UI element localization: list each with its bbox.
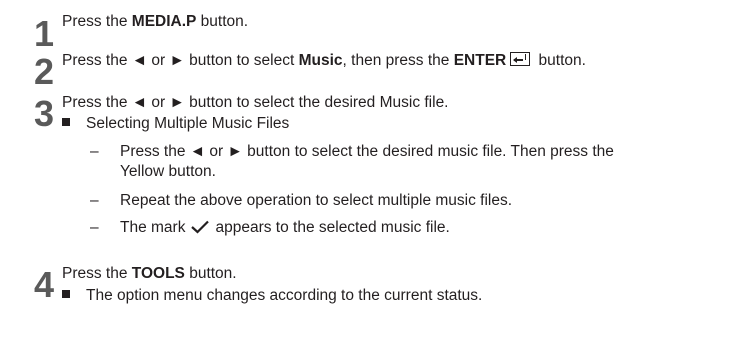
checkmark-icon xyxy=(191,220,210,234)
bullet-item: Selecting Multiple Music Files xyxy=(62,114,289,134)
dash-text: Yellow button. xyxy=(120,163,216,180)
step-text-plain: , then press the xyxy=(342,52,454,69)
dash-icon: – xyxy=(90,192,99,209)
bullet-text: The option menu changes according to the… xyxy=(86,287,483,304)
step-text-plain: Press the xyxy=(62,13,132,30)
step-text-bold: TOOLS xyxy=(131,265,185,282)
step-text-plain: button. xyxy=(196,13,249,30)
step-text-bold: ENTER xyxy=(453,52,507,69)
dash-item: – Press the ◄ or ► button to select the d… xyxy=(90,141,614,163)
dash-icon: – xyxy=(90,219,99,236)
step-text-plain: button. xyxy=(534,52,586,69)
dash-item: – The mark appears to the selected music f… xyxy=(90,217,450,239)
dash-text: Repeat the above operation to select mul… xyxy=(120,192,513,209)
step-number: 4 xyxy=(34,264,55,305)
step-text: Press the MEDIA.P button. xyxy=(62,12,248,32)
dash-text: appears to the selected music file. xyxy=(215,219,450,236)
step-text-plain: button. xyxy=(184,265,237,282)
step-text-plain: Press the xyxy=(62,265,132,282)
step-text-plain: Press the ◄ or ► button to select xyxy=(62,52,299,69)
dash-text: The mark xyxy=(120,219,186,236)
step-number: 2 xyxy=(34,51,55,92)
bullet-square-icon xyxy=(62,118,70,126)
dash-text: Press the ◄ or ► button to select the de… xyxy=(120,143,614,160)
step-text: Press the ◄ or ► button to select Music,… xyxy=(62,51,586,71)
step-text: Press the ◄ or ► button to select the de… xyxy=(62,94,449,111)
bullet-item: The option menu changes according to the… xyxy=(62,286,482,306)
bullet-text: Selecting Multiple Music Files xyxy=(86,115,290,132)
step-number: 3 xyxy=(34,93,55,134)
step-text-bold: Music xyxy=(298,52,343,69)
enter-icon xyxy=(510,52,531,66)
step-number: 1 xyxy=(34,13,55,54)
dash-item-continuation: Yellow button. xyxy=(90,161,216,183)
dash-icon: – xyxy=(90,143,99,160)
dash-item: – Repeat the above operation to select mu… xyxy=(90,190,512,212)
bullet-square-icon xyxy=(62,290,70,298)
step-text-bold: MEDIA.P xyxy=(131,13,197,30)
step-text: Press the TOOLS button. xyxy=(62,264,237,284)
